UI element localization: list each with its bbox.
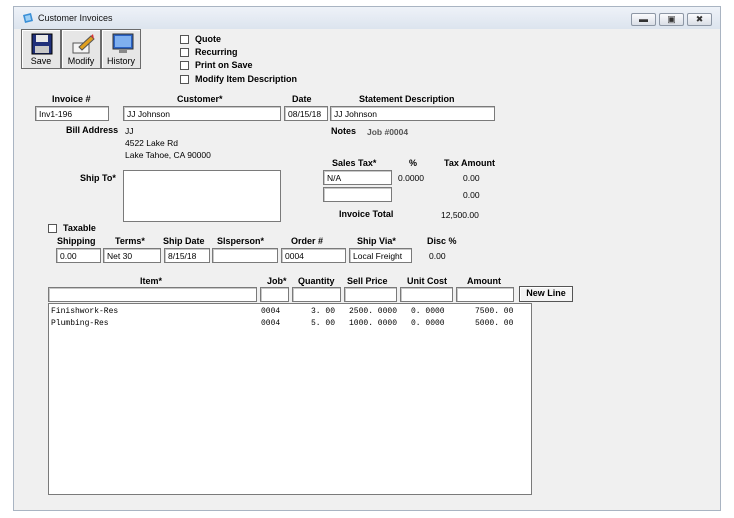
recurring-checkbox[interactable] [180, 48, 189, 57]
statement-description-label: Statement Description [359, 94, 455, 104]
row-item: Finishwork-Res [51, 307, 119, 316]
row-quantity: 5. 00 [311, 319, 336, 328]
date-field[interactable]: 08/15/18 [284, 106, 328, 121]
row-job: 0004 [261, 319, 281, 328]
ship-date-label: Ship Date [163, 236, 205, 246]
order-number-label: Order # [291, 236, 324, 246]
row-unit-cost: 0. 0000 [411, 319, 445, 328]
bill-address-label: Bill Address [66, 125, 119, 135]
minimize-button[interactable]: ▬ [631, 13, 656, 26]
invoice-number-label: Invoice # [52, 94, 91, 104]
tax-amount-label: Tax Amount [444, 158, 495, 168]
list-item[interactable]: Finishwork-Res 0004 3. 00 2500. 0000 0. … [49, 307, 531, 318]
amount-entry-field[interactable] [456, 287, 514, 302]
maximize-icon: ▣ [667, 14, 676, 24]
date-label: Date [292, 94, 312, 104]
history-button[interactable]: History [101, 29, 141, 69]
close-icon: ✖ [695, 14, 704, 24]
ship-via-label: Ship Via* [357, 236, 396, 246]
quote-checkbox[interactable] [180, 35, 189, 44]
terms-field[interactable]: Net 30 [103, 248, 161, 263]
discount-percent-value: 0.00 [429, 251, 446, 261]
invoice-total-value: 12,500.00 [441, 210, 479, 220]
bill-address-line1: 4522 Lake Rd [125, 138, 178, 148]
sales-tax-field-1[interactable]: N/A [323, 170, 392, 185]
modify-item-description-label: Modify Item Description [195, 74, 298, 84]
sales-tax-label: Sales Tax* [332, 158, 377, 168]
slsperson-label: Slsperson* [217, 236, 265, 246]
ship-to-field[interactable] [123, 170, 281, 222]
customer-invoices-window: Customer Invoices ▬ ▣ ✖ Save Modify Hist… [13, 6, 721, 511]
ship-via-field[interactable]: Local Freight [349, 248, 412, 263]
close-button[interactable]: ✖ [687, 13, 712, 26]
window-title: Customer Invoices [38, 13, 113, 23]
bill-address-line2: Lake Tahoe, CA 90000 [125, 150, 211, 160]
terms-label: Terms* [115, 236, 145, 246]
order-number-field[interactable]: 0004 [281, 248, 346, 263]
modify-label: Modify [67, 56, 95, 66]
quantity-entry-field[interactable] [292, 287, 341, 302]
row-sell-price: 2500. 0000 [349, 307, 398, 316]
tax-amount-1: 0.00 [463, 173, 480, 183]
history-label: History [106, 56, 135, 66]
list-item[interactable]: Plumbing-Res 0004 5. 00 1000. 0000 0. 00… [49, 319, 531, 330]
item-entry-field[interactable] [48, 287, 257, 302]
notes-label: Notes [331, 126, 357, 136]
tax-amount-2: 0.00 [463, 190, 480, 200]
sell-price-column-header: Sell Price [347, 276, 388, 286]
sales-tax-percent-1: 0.0000 [398, 173, 424, 183]
job-column-header: Job* [267, 276, 287, 286]
shipping-label: Shipping [57, 236, 96, 246]
shipping-field[interactable]: 0.00 [56, 248, 101, 263]
row-sell-price: 1000. 0000 [349, 319, 398, 328]
statement-description-field[interactable]: JJ Johnson [330, 106, 495, 121]
quantity-column-header: Quantity [298, 276, 335, 286]
taxable-label: Taxable [63, 223, 96, 233]
sales-tax-field-2[interactable] [323, 187, 392, 202]
save-label: Save [30, 56, 52, 66]
row-unit-cost: 0. 0000 [411, 307, 445, 316]
unit-cost-entry-field[interactable] [400, 287, 453, 302]
unit-cost-column-header: Unit Cost [407, 276, 447, 286]
minimize-icon: ▬ [639, 14, 648, 24]
item-column-header: Item* [140, 276, 163, 286]
maximize-button[interactable]: ▣ [659, 13, 684, 26]
row-item: Plumbing-Res [51, 319, 109, 328]
print-on-save-label: Print on Save [195, 60, 253, 70]
customer-field[interactable]: JJ Johnson [123, 106, 281, 121]
title-bar: Customer Invoices ▬ ▣ ✖ [14, 7, 720, 29]
print-on-save-checkbox[interactable] [180, 61, 189, 70]
job-entry-field[interactable] [260, 287, 289, 302]
row-quantity: 3. 00 [311, 307, 336, 316]
floppy-disk-icon [31, 33, 53, 55]
modify-item-description-checkbox[interactable] [180, 75, 189, 84]
invoice-total-label: Invoice Total [339, 209, 394, 219]
ship-to-label: Ship To* [80, 173, 116, 183]
bill-address-name: JJ [125, 126, 134, 136]
app-icon [23, 13, 33, 23]
row-job: 0004 [261, 307, 281, 316]
pencil-edit-icon [72, 34, 95, 54]
slsperson-field[interactable] [212, 248, 278, 263]
monitor-icon [112, 33, 134, 53]
line-items-list[interactable]: Finishwork-Res 0004 3. 00 2500. 0000 0. … [48, 303, 532, 495]
new-line-button[interactable]: New Line [519, 286, 573, 302]
amount-column-header: Amount [467, 276, 501, 286]
row-amount: 7500. 00 [475, 307, 514, 316]
recurring-label: Recurring [195, 47, 238, 57]
customer-label: Customer* [177, 94, 223, 104]
invoice-number-field[interactable]: Inv1-196 [35, 106, 109, 121]
notes-value: Job #0004 [367, 127, 409, 137]
modify-button[interactable]: Modify [61, 29, 101, 69]
save-button[interactable]: Save [21, 29, 61, 69]
taxable-checkbox[interactable] [48, 224, 57, 233]
quote-label: Quote [195, 34, 221, 44]
row-amount: 5000. 00 [475, 319, 514, 328]
discount-percent-label: Disc % [427, 236, 457, 246]
sell-price-entry-field[interactable] [344, 287, 397, 302]
ship-date-field[interactable]: 8/15/18 [164, 248, 210, 263]
tax-percent-label: % [409, 158, 418, 168]
